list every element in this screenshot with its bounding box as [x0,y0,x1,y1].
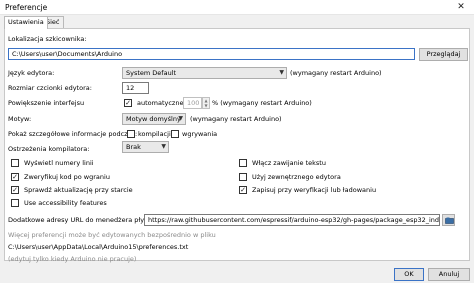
theme-note: (wymagany restart Arduino) [190,115,282,123]
option-word-wrap-checkbox[interactable] [239,159,247,167]
option-accessibility-checkbox[interactable] [11,199,19,207]
option-external-editor-checkbox[interactable] [239,173,247,181]
chevron-down-icon: ▼ [279,69,284,76]
boards-url-editor-button[interactable] [442,214,455,226]
boards-url-label: Dodatkowe adresy URL do menedżera płytek… [8,216,157,224]
close-icon[interactable]: ✕ [448,0,474,15]
more-prefs-note: Więcej preferencji może być edytowanych … [8,231,216,239]
option-save-on-verify-label: Zapisuj przy weryfikacji lub ładowaniu [252,186,377,194]
option-line-numbers-checkbox[interactable] [11,159,19,167]
option-line-numbers-label: Wyświetl numery linii [24,159,94,167]
warnings-select[interactable]: Brak ▼ [122,141,169,153]
verbose-label: Pokaż szczegółowe informacje podczas: [8,130,138,138]
boards-url-input[interactable]: https://raw.githubusercontent.com/espres… [144,214,440,226]
checkmark-icon: ✓ [12,173,18,181]
browse-button[interactable]: Przeglądaj [419,48,468,61]
option-check-updates-label: Sprawdź aktualizację przy starcie [24,186,133,194]
verbose-upload-checkbox[interactable] [171,130,179,138]
cancel-button[interactable]: Anuluj [428,268,470,281]
option-verify-upload-label: Zweryfikuj kod po wgraniu [24,173,110,181]
sketchbook-label: Lokalizacja szkicownika: [8,35,87,43]
scaling-note: % (wymagany restart Arduino) [212,99,312,107]
checkmark-icon: ✓ [12,186,18,194]
edit-hint: (edytuj tylko kiedy Arduino nie pracuje) [8,255,137,263]
chevron-down-icon: ▼ [178,115,183,122]
option-word-wrap-label: Włącz zawijanie tekstu [252,159,326,167]
auto-scaling-checkbox[interactable]: ✓ [124,99,132,107]
option-save-on-verify-checkbox[interactable]: ✓ [239,186,247,194]
verbose-compile-label: kompilacji [138,130,171,138]
sketchbook-path-input[interactable]: C:\Users\user\Documents\Arduino [8,48,415,60]
settings-panel: Lokalizacja szkicownika: C:\Users\user\D… [4,28,470,263]
tab-settings[interactable]: Ustawienia [4,16,48,29]
theme-select[interactable]: Motyw domyślny ▼ [122,113,186,125]
verbose-compile-checkbox[interactable] [127,130,135,138]
scaling-stepper[interactable]: ▲ ▼ [202,97,210,109]
theme-value: Motyw domyślny [126,115,181,123]
title-bar: Preferencje ✕ [0,0,474,15]
language-select[interactable]: System Default ▼ [122,67,287,79]
option-external-editor-label: Użyj zewnętrznego edytora [252,173,341,181]
preferences-path: C:\Users\user\AppData\Local\Arduino15\pr… [8,243,189,251]
scaling-input[interactable]: 100 [183,97,202,109]
checkmark-icon: ✓ [240,186,246,194]
chevron-down-icon: ▼ [161,143,166,150]
language-note: (wymagany restart Arduino) [290,69,382,77]
folder-icon [445,217,454,224]
verbose-upload-label: wgrywania [182,130,218,138]
preferences-window: Preferencje ✕ Ustawienia Sieć Lokalizacj… [0,0,474,283]
ok-button[interactable]: OK [394,268,424,281]
checkmark-icon: ✓ [125,99,131,107]
warnings-value: Brak [126,143,141,151]
font-size-input[interactable]: 12 [122,82,149,94]
window-title: Preferencje [5,3,48,12]
font-size-label: Rozmiar czcionki edytora: [8,84,92,92]
theme-label: Motyw: [8,115,32,123]
option-check-updates-checkbox[interactable]: ✓ [11,186,19,194]
option-verify-upload-checkbox[interactable]: ✓ [11,173,19,181]
scaling-label: Powiększenie interfejsu [8,99,85,107]
option-accessibility-label: Use accessibility features [24,199,107,207]
language-label: Język edytora: [8,69,55,77]
warnings-label: Ostrzeżenia kompilatora: [8,145,90,153]
language-value: System Default [126,69,177,77]
auto-scaling-label: automatyczne [137,99,184,107]
